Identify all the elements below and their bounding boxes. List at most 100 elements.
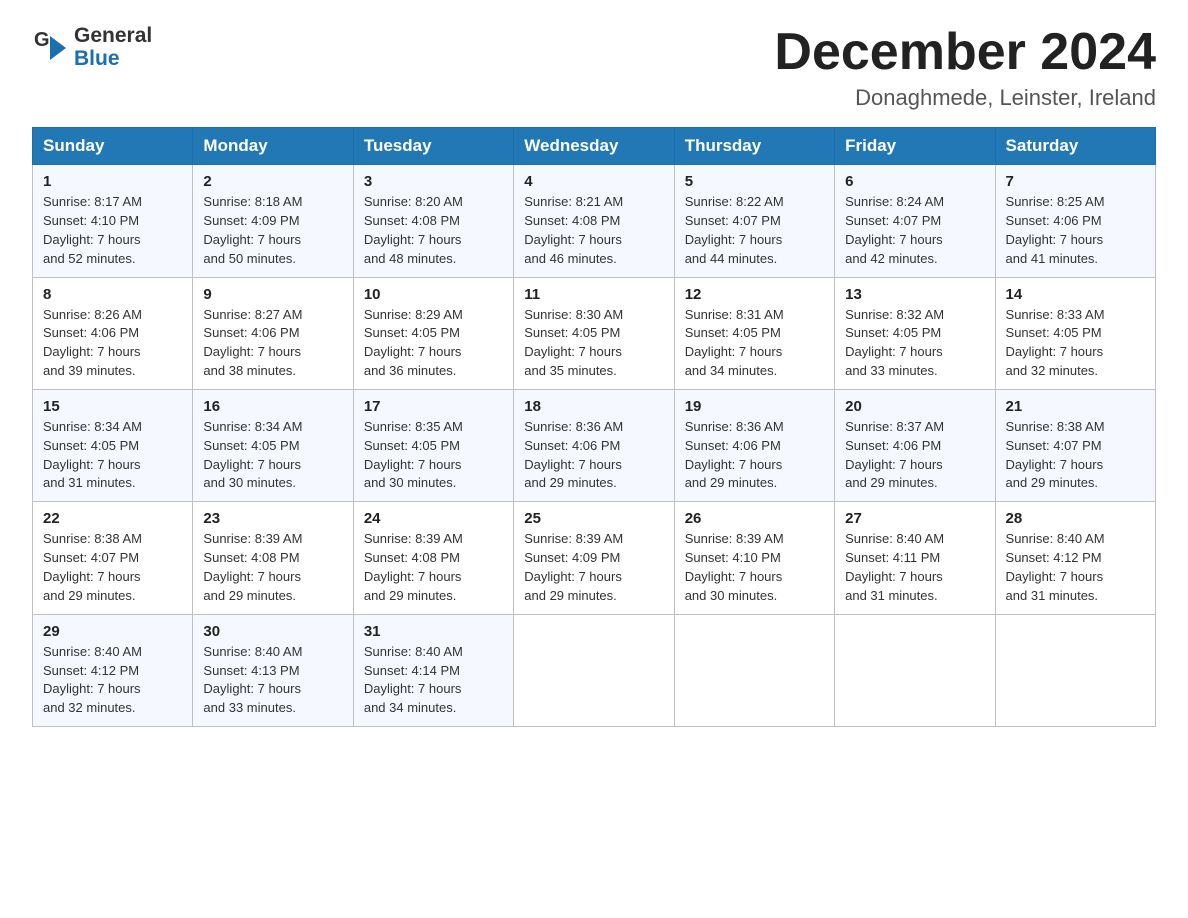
day-info: Sunrise: 8:39 AM Sunset: 4:08 PM Dayligh… [203, 530, 342, 605]
logo-blue-text: Blue [74, 47, 120, 70]
column-header-thursday: Thursday [674, 128, 834, 165]
day-number: 30 [203, 623, 342, 640]
day-cell: 1 Sunrise: 8:17 AM Sunset: 4:10 PM Daylig… [33, 165, 193, 277]
day-cell [835, 614, 995, 726]
day-cell: 17 Sunrise: 8:35 AM Sunset: 4:05 PM Dayli… [353, 389, 513, 501]
day-cell: 9Sunrise: 8:27 AM Sunset: 4:06 PM Daylig… [193, 277, 353, 389]
day-number: 16 [203, 398, 342, 415]
day-info: Sunrise: 8:24 AM Sunset: 4:07 PM Dayligh… [845, 193, 984, 268]
day-info: Sunrise: 8:40 AM Sunset: 4:12 PM Dayligh… [43, 643, 182, 718]
day-cell: 23 Sunrise: 8:39 AM Sunset: 4:08 PM Dayli… [193, 502, 353, 614]
day-cell: 4 Sunrise: 8:21 AM Sunset: 4:08 PM Daylig… [514, 165, 674, 277]
day-info: Sunrise: 8:33 AM Sunset: 4:05 PM Dayligh… [1006, 306, 1145, 381]
logo-icon: G [32, 26, 70, 68]
day-info: Sunrise: 8:38 AM Sunset: 4:07 PM Dayligh… [43, 530, 182, 605]
day-number: 27 [845, 510, 984, 527]
day-number: 23 [203, 510, 342, 527]
calendar-header: SundayMondayTuesdayWednesdayThursdayFrid… [33, 128, 1156, 165]
day-info: Sunrise: 8:18 AM Sunset: 4:09 PM Dayligh… [203, 193, 342, 268]
day-info: Sunrise: 8:40 AM Sunset: 4:12 PM Dayligh… [1006, 530, 1145, 605]
day-cell: 16 Sunrise: 8:34 AM Sunset: 4:05 PM Dayli… [193, 389, 353, 501]
day-cell: 22 Sunrise: 8:38 AM Sunset: 4:07 PM Dayli… [33, 502, 193, 614]
day-cell: 7 Sunrise: 8:25 AM Sunset: 4:06 PM Daylig… [995, 165, 1155, 277]
svg-text:G: G [34, 29, 50, 51]
day-info: Sunrise: 8:21 AM Sunset: 4:08 PM Dayligh… [524, 193, 663, 268]
column-header-sunday: Sunday [33, 128, 193, 165]
day-number: 4 [524, 173, 663, 190]
day-number: 5 [685, 173, 824, 190]
day-info: Sunrise: 8:38 AM Sunset: 4:07 PM Dayligh… [1006, 418, 1145, 493]
day-number: 7 [1006, 173, 1145, 190]
day-number: 6 [845, 173, 984, 190]
day-number: 10 [364, 286, 503, 303]
day-cell: 12 Sunrise: 8:31 AM Sunset: 4:05 PM Dayli… [674, 277, 834, 389]
day-number: 15 [43, 398, 182, 415]
day-info: Sunrise: 8:29 AM Sunset: 4:05 PM Dayligh… [364, 306, 503, 381]
day-cell [514, 614, 674, 726]
day-number: 8 [43, 286, 182, 303]
day-info: Sunrise: 8:17 AM Sunset: 4:10 PM Dayligh… [43, 193, 182, 268]
column-header-tuesday: Tuesday [353, 128, 513, 165]
day-number: 22 [43, 510, 182, 527]
column-header-friday: Friday [835, 128, 995, 165]
day-info: Sunrise: 8:27 AM Sunset: 4:06 PM Dayligh… [203, 306, 342, 381]
day-number: 31 [364, 623, 503, 640]
day-number: 29 [43, 623, 182, 640]
day-cell: 20Sunrise: 8:37 AM Sunset: 4:06 PM Dayli… [835, 389, 995, 501]
day-number: 26 [685, 510, 824, 527]
day-cell: 6 Sunrise: 8:24 AM Sunset: 4:07 PM Daylig… [835, 165, 995, 277]
day-cell: 8 Sunrise: 8:26 AM Sunset: 4:06 PM Daylig… [33, 277, 193, 389]
day-cell: 27 Sunrise: 8:40 AM Sunset: 4:11 PM Dayli… [835, 502, 995, 614]
day-info: Sunrise: 8:20 AM Sunset: 4:08 PM Dayligh… [364, 193, 503, 268]
day-info: Sunrise: 8:25 AM Sunset: 4:06 PM Dayligh… [1006, 193, 1145, 268]
day-cell: 26Sunrise: 8:39 AM Sunset: 4:10 PM Dayli… [674, 502, 834, 614]
day-number: 1 [43, 173, 182, 190]
day-cell: 25 Sunrise: 8:39 AM Sunset: 4:09 PM Dayli… [514, 502, 674, 614]
column-header-wednesday: Wednesday [514, 128, 674, 165]
day-info: Sunrise: 8:32 AM Sunset: 4:05 PM Dayligh… [845, 306, 984, 381]
day-cell: 10 Sunrise: 8:29 AM Sunset: 4:05 PM Dayli… [353, 277, 513, 389]
day-cell: 13Sunrise: 8:32 AM Sunset: 4:05 PM Dayli… [835, 277, 995, 389]
day-number: 21 [1006, 398, 1145, 415]
day-cell: 31 Sunrise: 8:40 AM Sunset: 4:14 PM Dayli… [353, 614, 513, 726]
week-row-2: 8 Sunrise: 8:26 AM Sunset: 4:06 PM Daylig… [33, 277, 1156, 389]
day-info: Sunrise: 8:36 AM Sunset: 4:06 PM Dayligh… [685, 418, 824, 493]
logo-general-text: General [74, 24, 152, 47]
day-number: 14 [1006, 286, 1145, 303]
day-info: Sunrise: 8:26 AM Sunset: 4:06 PM Dayligh… [43, 306, 182, 381]
day-cell: 5Sunrise: 8:22 AM Sunset: 4:07 PM Daylig… [674, 165, 834, 277]
day-info: Sunrise: 8:31 AM Sunset: 4:05 PM Dayligh… [685, 306, 824, 381]
logo: G General Blue [32, 24, 152, 70]
day-info: Sunrise: 8:39 AM Sunset: 4:09 PM Dayligh… [524, 530, 663, 605]
column-header-monday: Monday [193, 128, 353, 165]
day-info: Sunrise: 8:40 AM Sunset: 4:14 PM Dayligh… [364, 643, 503, 718]
day-number: 3 [364, 173, 503, 190]
day-info: Sunrise: 8:40 AM Sunset: 4:11 PM Dayligh… [845, 530, 984, 605]
day-cell: 30 Sunrise: 8:40 AM Sunset: 4:13 PM Dayli… [193, 614, 353, 726]
week-row-4: 22 Sunrise: 8:38 AM Sunset: 4:07 PM Dayli… [33, 502, 1156, 614]
day-info: Sunrise: 8:35 AM Sunset: 4:05 PM Dayligh… [364, 418, 503, 493]
page-header: G General Blue December 2024 Donaghmede,… [32, 24, 1156, 111]
day-number: 17 [364, 398, 503, 415]
day-info: Sunrise: 8:40 AM Sunset: 4:13 PM Dayligh… [203, 643, 342, 718]
day-info: Sunrise: 8:37 AM Sunset: 4:06 PM Dayligh… [845, 418, 984, 493]
day-cell: 15 Sunrise: 8:34 AM Sunset: 4:05 PM Dayli… [33, 389, 193, 501]
day-number: 25 [524, 510, 663, 527]
day-cell: 21 Sunrise: 8:38 AM Sunset: 4:07 PM Dayli… [995, 389, 1155, 501]
day-number: 19 [685, 398, 824, 415]
day-info: Sunrise: 8:34 AM Sunset: 4:05 PM Dayligh… [203, 418, 342, 493]
week-row-5: 29 Sunrise: 8:40 AM Sunset: 4:12 PM Dayli… [33, 614, 1156, 726]
calendar-body: 1 Sunrise: 8:17 AM Sunset: 4:10 PM Daylig… [33, 165, 1156, 727]
day-cell: 11Sunrise: 8:30 AM Sunset: 4:05 PM Dayli… [514, 277, 674, 389]
day-info: Sunrise: 8:36 AM Sunset: 4:06 PM Dayligh… [524, 418, 663, 493]
day-info: Sunrise: 8:30 AM Sunset: 4:05 PM Dayligh… [524, 306, 663, 381]
week-row-3: 15 Sunrise: 8:34 AM Sunset: 4:05 PM Dayli… [33, 389, 1156, 501]
title-block: December 2024 Donaghmede, Leinster, Irel… [774, 24, 1156, 111]
calendar-table: SundayMondayTuesdayWednesdayThursdayFrid… [32, 127, 1156, 727]
day-number: 12 [685, 286, 824, 303]
day-cell: 24Sunrise: 8:39 AM Sunset: 4:08 PM Dayli… [353, 502, 513, 614]
day-cell: 2Sunrise: 8:18 AM Sunset: 4:09 PM Daylig… [193, 165, 353, 277]
month-title: December 2024 [774, 24, 1156, 81]
day-cell: 19 Sunrise: 8:36 AM Sunset: 4:06 PM Dayli… [674, 389, 834, 501]
day-info: Sunrise: 8:34 AM Sunset: 4:05 PM Dayligh… [43, 418, 182, 493]
